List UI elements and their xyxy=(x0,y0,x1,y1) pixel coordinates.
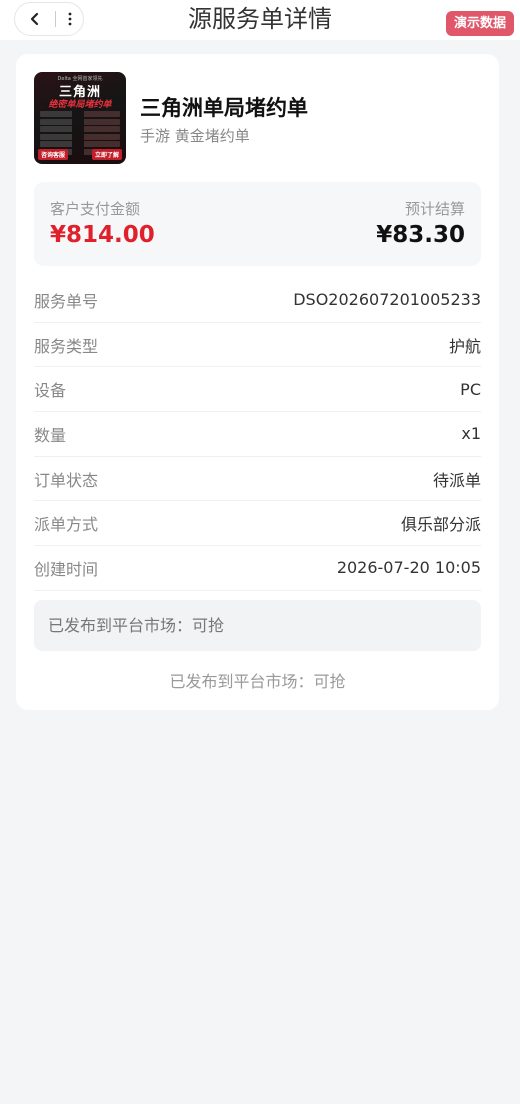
thumb-btn-left: 咨询客服 xyxy=(38,149,69,160)
detail-label: 服务单号 xyxy=(34,291,99,311)
thumb-btn-right: 立即了解 xyxy=(91,149,122,160)
detail-value: 俱乐部分派 xyxy=(400,515,481,535)
market-notice-box: 已发布到平台市场：可抢 xyxy=(34,600,481,651)
detail-row-created-time: 创建时间 2026-07-20 10:05 xyxy=(34,546,481,591)
order-detail-card: Delta 全网首家领先 三角洲 绝密单局堵约单 咨询客服 立即了解 三角洲单局… xyxy=(16,54,499,710)
customer-payment-value: ¥814.00 xyxy=(50,222,155,248)
product-header: Delta 全网首家领先 三角洲 绝密单局堵约单 咨询客服 立即了解 三角洲单局… xyxy=(34,72,481,164)
top-bar: 源服务单详情 演示数据 xyxy=(0,0,520,40)
detail-label: 创建时间 xyxy=(34,559,99,579)
detail-row-order-number: 服务单号 DSO202607201005233 xyxy=(34,278,481,323)
detail-value: PC xyxy=(460,379,481,399)
detail-row-service-type: 服务类型 护航 xyxy=(34,323,481,368)
detail-row-quantity: 数量 x1 xyxy=(34,412,481,457)
detail-value: 待派单 xyxy=(432,470,481,490)
amount-summary: 客户支付金额 ¥814.00 预计结算 ¥83.30 xyxy=(34,182,481,266)
detail-row-dispatch-method: 派单方式 俱乐部分派 xyxy=(34,501,481,547)
detail-value: 护航 xyxy=(448,336,481,356)
detail-row-order-status: 订单状态 待派单 xyxy=(34,457,481,502)
detail-value: 2026-07-20 10:05 xyxy=(336,558,481,578)
product-thumbnail: Delta 全网首家领先 三角洲 绝密单局堵约单 咨询客服 立即了解 xyxy=(34,72,126,164)
thumb-footer: 咨询客服 立即了解 xyxy=(38,149,122,160)
detail-row-device: 设备 PC xyxy=(34,367,481,413)
detail-list: 服务单号 DSO202607201005233 服务类型 护航 设备 PC 数量… xyxy=(34,278,481,591)
detail-label: 派单方式 xyxy=(34,515,99,535)
detail-value: x1 xyxy=(461,424,481,444)
thumb-sub-text: 绝密单局堵约单 xyxy=(48,100,112,110)
settlement-label: 预计结算 xyxy=(404,200,465,218)
page-title: 源服务单详情 xyxy=(188,5,332,33)
detail-label: 数量 xyxy=(34,425,67,445)
detail-value: DSO202607201005233 xyxy=(293,290,481,310)
product-subtitle: 手游 黄金堵约单 xyxy=(140,127,250,145)
customer-payment-label: 客户支付金额 xyxy=(50,200,141,218)
product-title: 三角洲单局堵约单 xyxy=(140,96,308,120)
detail-label: 订单状态 xyxy=(34,470,99,490)
demo-data-badge: 演示数据 xyxy=(445,11,514,36)
detail-label: 服务类型 xyxy=(34,336,99,356)
market-notice-text: 已发布到平台市场：可抢 xyxy=(169,672,346,691)
detail-label: 设备 xyxy=(34,381,67,401)
settlement-value: ¥83.30 xyxy=(376,222,465,248)
